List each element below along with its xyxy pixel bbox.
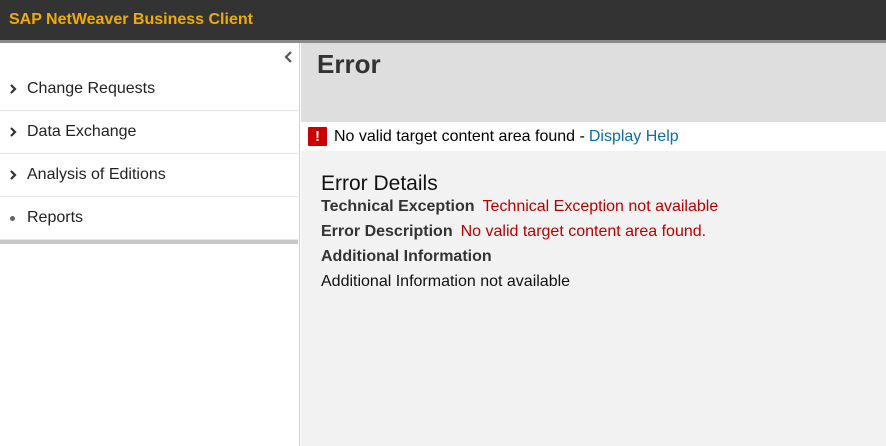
technical-exception-label: Technical Exception [321, 198, 475, 215]
chevron-left-icon[interactable] [282, 49, 296, 65]
error-icon: ! [308, 127, 327, 146]
error-description-row: Error Description No valid target conten… [321, 223, 718, 248]
chevron-right-icon [8, 81, 27, 97]
page-header: Error [301, 43, 886, 122]
additional-info-label-row: Additional Information [321, 248, 718, 273]
error-details: Error Details Technical Exception Techni… [321, 172, 718, 298]
technical-exception-value: Technical Exception not available [482, 198, 719, 215]
sidebar-item-label: Change Requests [27, 80, 156, 97]
navigation-list: Change Requests Data Exchange Analysis o… [0, 68, 298, 240]
page-title: Error [317, 49, 381, 79]
sidebar-item-label: Analysis of Editions [27, 166, 166, 183]
chevron-right-icon [8, 167, 27, 183]
additional-info-value-row: Additional Information not available [321, 273, 718, 298]
app-title: SAP NetWeaver Business Client [9, 11, 253, 28]
app-title-bar: SAP NetWeaver Business Client [0, 0, 886, 40]
error-description-label: Error Description [321, 223, 453, 240]
sidebar-item-change-requests[interactable]: Change Requests [0, 68, 298, 111]
sidebar-divider [0, 240, 298, 244]
main-content: Error ! No valid target content area fou… [301, 43, 886, 446]
additional-info-label: Additional Information [321, 248, 492, 265]
additional-info-value: Additional Information not available [321, 273, 571, 290]
message-bar: ! No valid target content area found - D… [301, 122, 886, 151]
message-text: No valid target content area found - [334, 127, 585, 145]
sidebar: Change Requests Data Exchange Analysis o… [0, 43, 300, 446]
bullet-icon [8, 215, 27, 221]
error-details-title: Error Details [321, 172, 438, 195]
error-description-value: No valid target content area found. [460, 223, 707, 240]
chevron-right-icon [8, 124, 27, 140]
sidebar-item-label: Data Exchange [27, 123, 137, 140]
sidebar-item-label: Reports [27, 209, 84, 226]
sidebar-item-analysis-of-editions[interactable]: Analysis of Editions [0, 154, 298, 197]
sidebar-item-data-exchange[interactable]: Data Exchange [0, 111, 298, 154]
technical-exception-row: Technical Exception Technical Exception … [321, 198, 718, 223]
display-help-link[interactable]: Display Help [589, 128, 679, 146]
sidebar-item-reports[interactable]: Reports [0, 197, 298, 240]
